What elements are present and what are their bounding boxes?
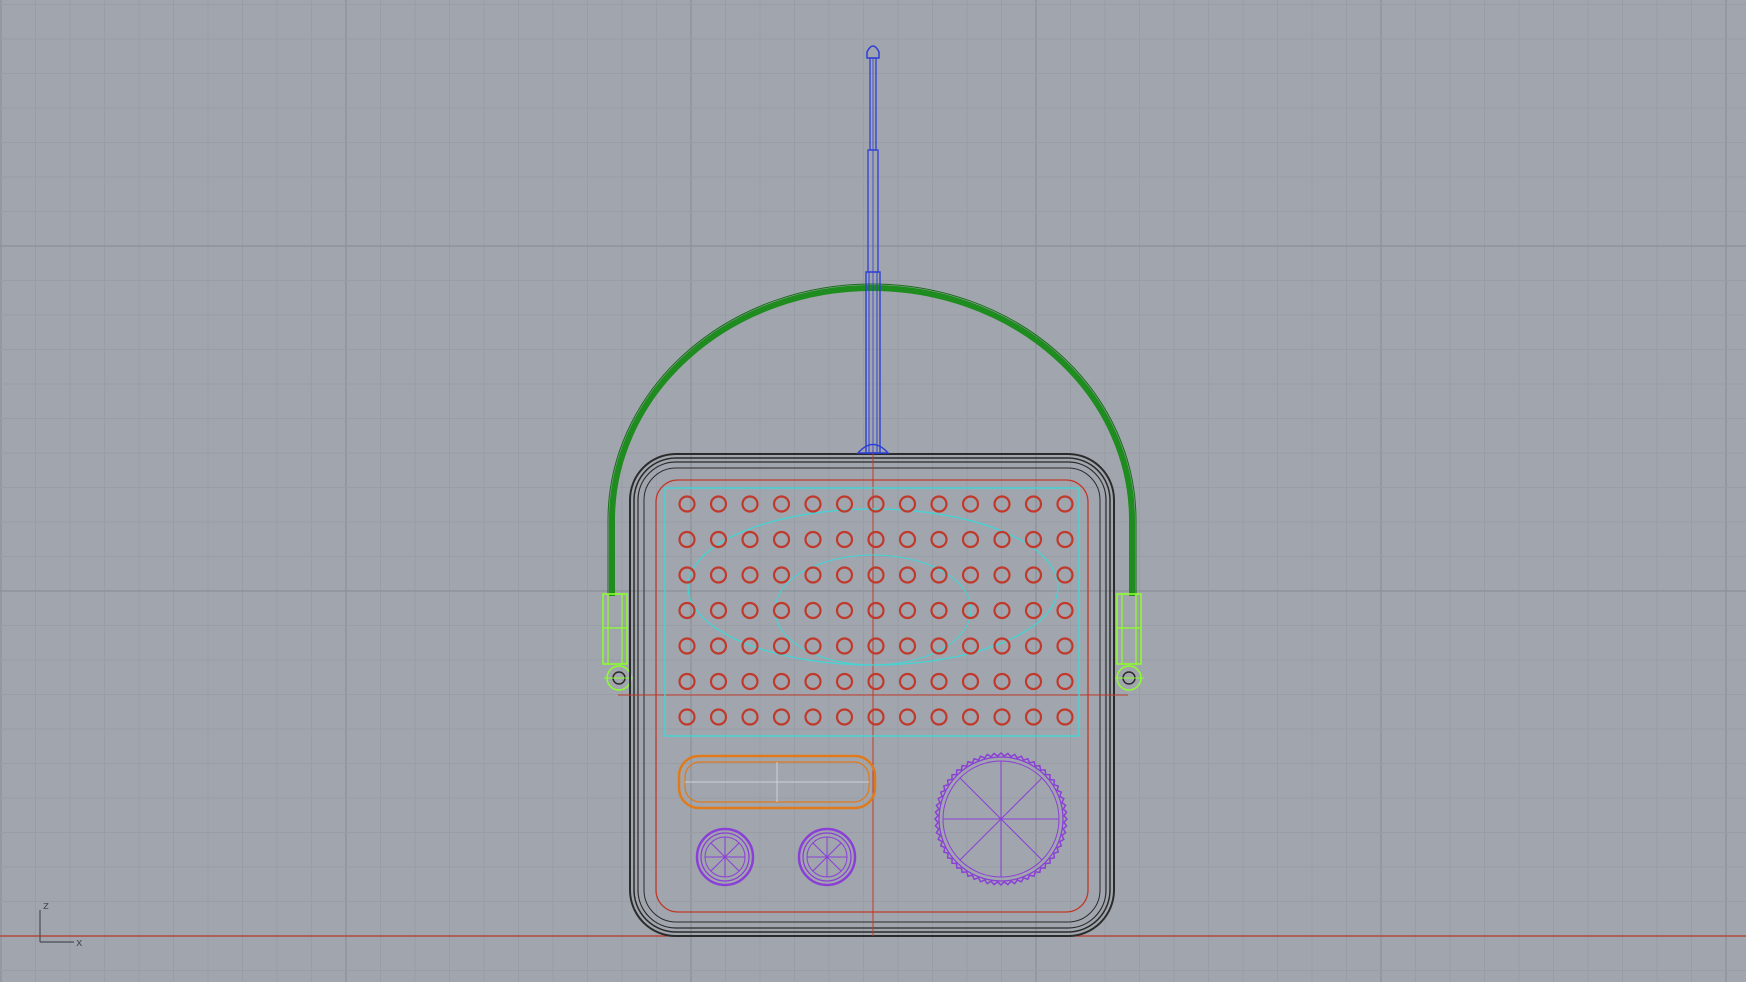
grille-hole xyxy=(804,637,822,655)
grille-hole xyxy=(867,708,885,726)
grille-hole xyxy=(772,637,791,655)
x-axis-label: x xyxy=(76,936,83,949)
grille-hole xyxy=(898,601,917,620)
grille-hole xyxy=(772,530,791,549)
handle[interactable] xyxy=(607,283,1137,596)
grille-hole xyxy=(961,708,980,726)
grille-hole xyxy=(678,530,696,549)
speaker-outline[interactable] xyxy=(664,487,1080,737)
grille-hole xyxy=(678,637,696,655)
grille-hole xyxy=(835,708,854,726)
grille-hole xyxy=(867,637,885,655)
grille-hole xyxy=(835,530,854,549)
grille-hole xyxy=(772,708,791,726)
grille-hole xyxy=(804,530,822,549)
grille-hole xyxy=(835,566,854,584)
grille-hole xyxy=(709,601,728,620)
grille-hole xyxy=(961,672,980,691)
grille-hole xyxy=(772,672,791,691)
z-axis-label: z xyxy=(43,899,49,912)
grille-hole xyxy=(898,637,917,655)
grille-hole xyxy=(678,672,696,691)
volume-knob-right[interactable] xyxy=(797,827,857,887)
grille-hole xyxy=(1024,601,1043,620)
grille-hole xyxy=(1024,530,1043,549)
grille-hole xyxy=(804,495,822,513)
grille-hole xyxy=(741,530,759,549)
axis-widget: z x xyxy=(39,899,83,949)
grille-hole xyxy=(741,672,759,691)
grille-hole xyxy=(709,495,728,513)
grille-hole xyxy=(772,566,791,584)
grille-hole xyxy=(930,672,948,691)
grille-hole xyxy=(1024,566,1043,584)
grille-hole xyxy=(741,637,759,655)
grille-hole xyxy=(898,672,917,691)
grille-hole xyxy=(867,530,885,549)
grille-hole xyxy=(898,566,917,584)
grille-hole xyxy=(898,708,917,726)
grille-hole xyxy=(1024,672,1043,691)
grille-hole xyxy=(678,495,696,513)
grille-hole xyxy=(741,708,759,726)
grille-hole xyxy=(678,566,696,584)
grille-hole xyxy=(772,601,791,620)
grille-hole xyxy=(741,601,759,620)
grille-hole xyxy=(804,708,822,726)
grille-hole xyxy=(772,495,791,513)
grille-hole xyxy=(1024,637,1043,655)
grille-hole xyxy=(835,672,854,691)
grille-hole xyxy=(930,637,948,655)
speaker-grille[interactable] xyxy=(678,495,1074,726)
grille-hole xyxy=(961,637,980,655)
grille-hole xyxy=(678,601,696,620)
grille-hole xyxy=(741,495,759,513)
grille-hole xyxy=(930,530,948,549)
grille-hole xyxy=(961,495,980,513)
grille-hole xyxy=(709,637,728,655)
grille-hole xyxy=(1024,495,1043,513)
grille-hole xyxy=(1024,708,1043,726)
volume-knob-left[interactable] xyxy=(695,827,755,887)
grille-hole xyxy=(709,708,728,726)
grille-hole xyxy=(709,672,728,691)
grille-hole xyxy=(804,601,822,620)
grille-hole xyxy=(930,708,948,726)
grille-hole xyxy=(930,601,948,620)
grille-hole xyxy=(709,566,728,584)
tuning-dial[interactable] xyxy=(933,751,1069,887)
grille-hole xyxy=(835,495,854,513)
perspective-viewport[interactable]: z x xyxy=(0,0,1746,982)
grille-hole xyxy=(898,530,917,549)
grille-hole xyxy=(867,672,885,691)
viewport-canvas[interactable]: z x xyxy=(0,0,1746,982)
grille-hole xyxy=(898,495,917,513)
radio-model[interactable] xyxy=(602,45,1144,937)
grille-hole xyxy=(741,566,759,584)
grille-hole xyxy=(835,601,854,620)
grille-hole xyxy=(835,637,854,655)
grille-hole xyxy=(867,601,885,620)
grille-hole xyxy=(867,566,885,584)
grille-hole xyxy=(961,530,980,549)
grille-hole xyxy=(804,566,822,584)
grille-hole xyxy=(804,672,822,691)
grille-hole xyxy=(961,566,980,584)
grille-hole xyxy=(678,708,696,726)
antenna[interactable] xyxy=(856,45,890,454)
grille-hole xyxy=(930,495,948,513)
